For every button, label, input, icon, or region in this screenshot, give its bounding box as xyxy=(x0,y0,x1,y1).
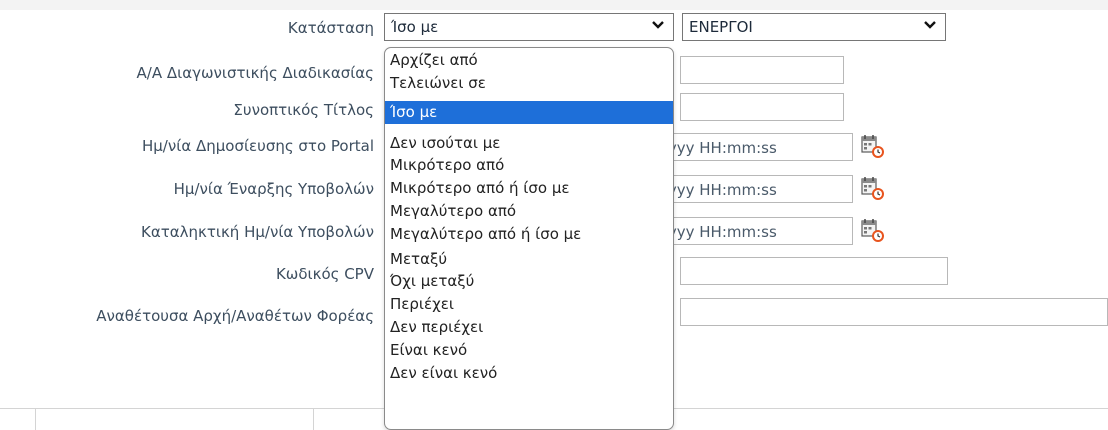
dropdown-option[interactable]: Μεταξύ xyxy=(385,248,673,271)
dropdown-option[interactable]: Δεν ισούται με xyxy=(385,132,673,155)
label-tender-number: Α/Α Διαγωνιστικής Διαδικασίας xyxy=(136,64,374,82)
dropdown-option[interactable]: Τελειώνει σε xyxy=(385,72,673,95)
label-contracting-authority: Αναθέτουσα Αρχή/Αναθέτων Φορέας xyxy=(96,307,374,325)
top-band xyxy=(0,0,1108,10)
tender-number-input[interactable] xyxy=(680,56,844,84)
dropdown-option[interactable]: Μικρότερο από xyxy=(385,154,673,177)
label-publish-date: Ημ/νία Δημοσίευσης στο Portal xyxy=(141,137,374,155)
chevron-down-icon xyxy=(923,17,937,36)
operator-dropdown-list: Αρχίζει από Τελειώνει σε Ίσο με Δεν ισού… xyxy=(384,47,674,430)
label-submission-end: Καταληκτική Ημ/νία Υποβολών xyxy=(140,223,374,241)
calendar-clock-icon[interactable] xyxy=(860,218,886,244)
toolbar-separator xyxy=(313,409,314,430)
label-submission-start: Ημ/νία Έναρξης Υποβολών xyxy=(173,180,374,198)
dropdown-option[interactable]: Δεν περιέχει xyxy=(385,316,673,339)
dropdown-option-selected[interactable]: Ίσο με xyxy=(385,101,673,124)
authority-input[interactable] xyxy=(680,298,1108,326)
chevron-down-icon xyxy=(651,17,665,36)
dropdown-option[interactable]: Μεγαλύτερο από xyxy=(385,200,673,223)
status-value: ΕΝΕΡΓΟΙ xyxy=(689,18,753,36)
dropdown-option[interactable]: Μεγαλύτερο από ή ίσο με xyxy=(385,223,673,246)
dropdown-option[interactable]: Όχι μεταξύ xyxy=(385,270,673,293)
dropdown-option[interactable]: Περιέχει xyxy=(385,293,673,316)
submission-end-input[interactable]: yyyy HH:mm:ss xyxy=(650,217,853,245)
submission-end-placeholder: yyyy HH:mm:ss xyxy=(659,223,777,241)
calendar-clock-icon[interactable] xyxy=(860,134,886,160)
submission-start-placeholder: yyyy HH:mm:ss xyxy=(659,181,777,199)
status-operator-value: Ίσο με xyxy=(391,18,439,36)
publish-date-placeholder: yyyy HH:mm:ss xyxy=(659,139,777,157)
dropdown-option[interactable]: Είναι κενό xyxy=(385,339,673,362)
status-operator-select[interactable]: Ίσο με xyxy=(384,13,674,41)
dropdown-option[interactable]: Δεν είναι κενό xyxy=(385,362,673,385)
label-cpv-code: Κωδικός CPV xyxy=(275,265,374,283)
dropdown-option[interactable]: Μικρότερο από ή ίσο με xyxy=(385,177,673,200)
publish-date-input[interactable]: yyyy HH:mm:ss xyxy=(650,133,853,161)
short-title-input[interactable] xyxy=(680,93,844,121)
status-value-select[interactable]: ΕΝΕΡΓΟΙ xyxy=(682,13,946,41)
submission-start-input[interactable]: yyyy HH:mm:ss xyxy=(650,175,853,203)
toolbar-separator xyxy=(35,409,36,430)
cpv-input[interactable] xyxy=(680,257,948,285)
calendar-clock-icon[interactable] xyxy=(860,176,886,202)
dropdown-option[interactable]: Αρχίζει από xyxy=(385,49,673,72)
label-short-title: Συνοπτικός Τίτλος xyxy=(233,101,374,119)
label-status: Κατάσταση xyxy=(287,19,374,37)
